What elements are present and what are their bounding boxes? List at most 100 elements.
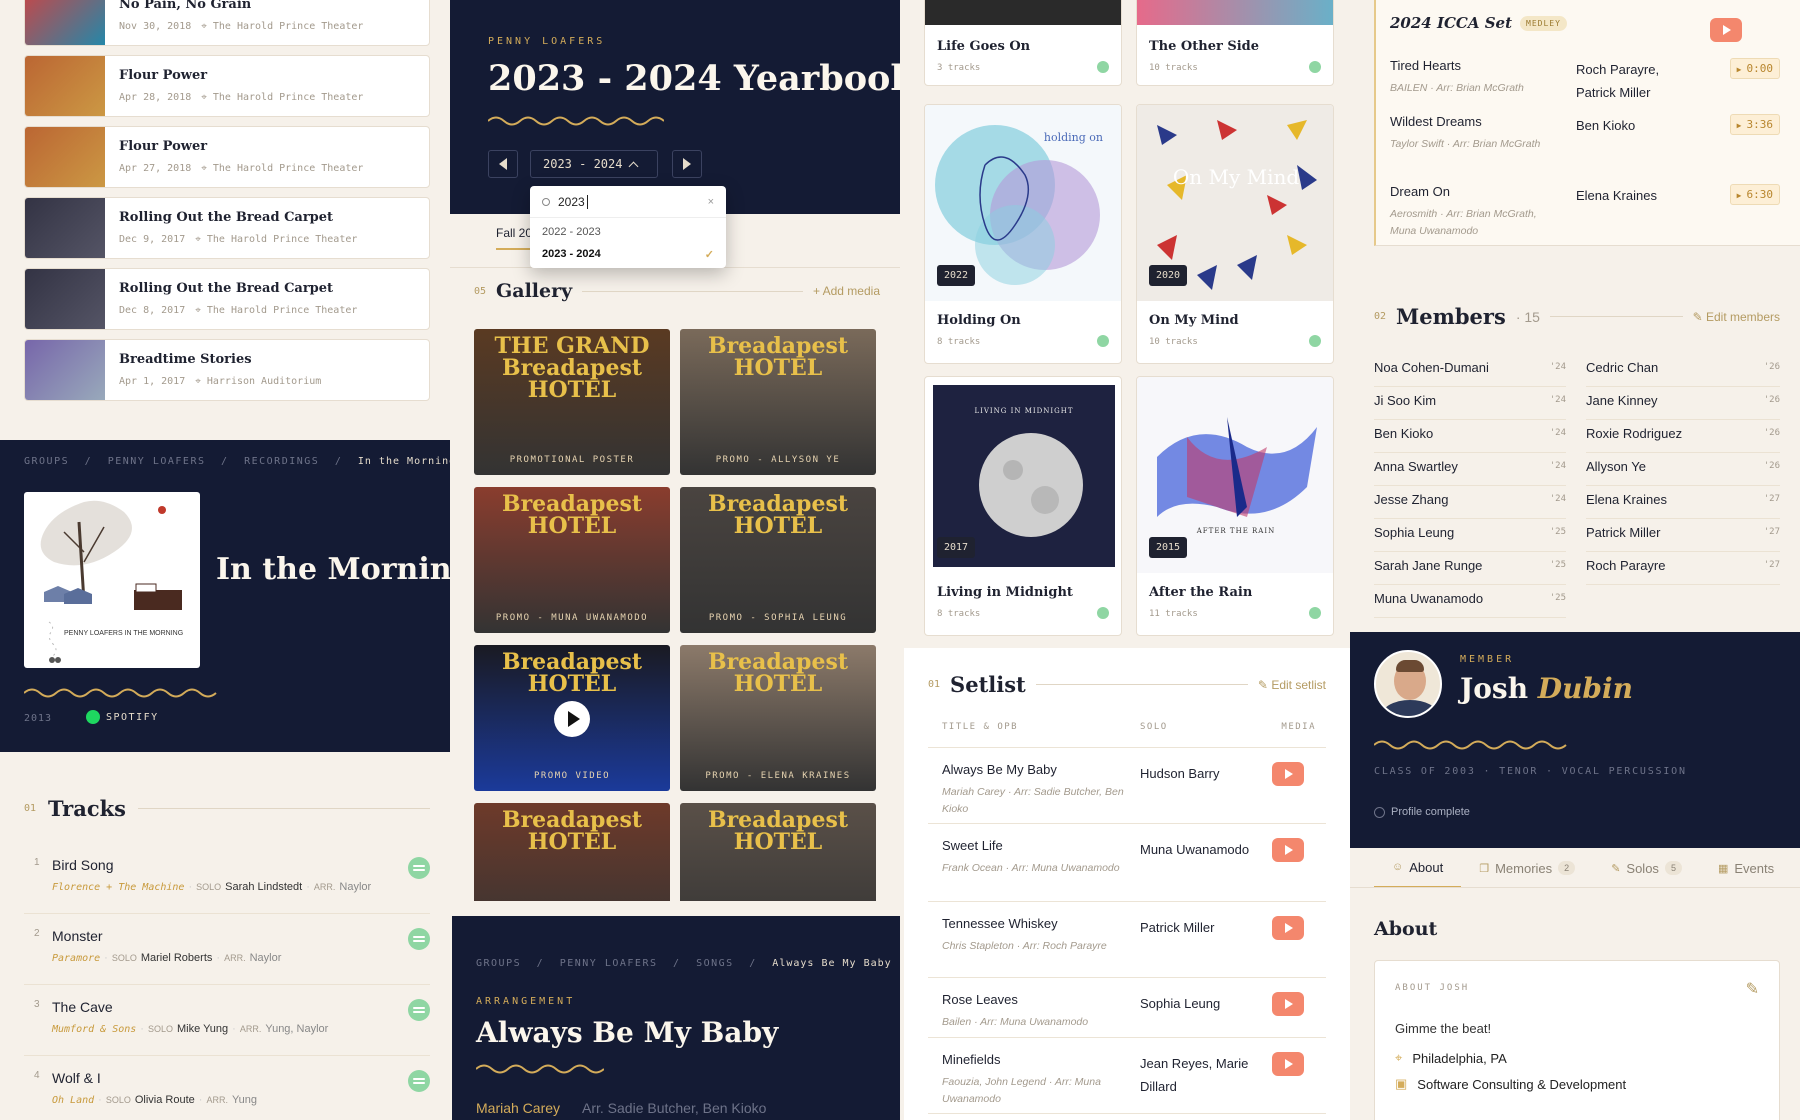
edit-members-button[interactable]: ✎ Edit members <box>1693 310 1780 324</box>
youtube-play-button[interactable] <box>1272 992 1304 1016</box>
track-row[interactable]: 2 Monster Paramore · SOLO Mariel Roberts · ARR.… <box>24 914 430 985</box>
search-input[interactable]: 2023 <box>558 194 588 209</box>
spotify-icon[interactable] <box>408 857 430 879</box>
album-card[interactable]: AFTER THE RAIN 2015 After the Rain 11 track… <box>1136 376 1334 636</box>
tab-solos[interactable]: ✎ Solos 5 <box>1593 848 1700 887</box>
performance-card[interactable]: Rolling Out the Bread Carpet Dec 9, 2017 ⌖… <box>24 197 430 259</box>
add-media-button[interactable]: + Add media <box>813 284 880 298</box>
youtube-play-button[interactable] <box>1272 1052 1304 1076</box>
setlist-row[interactable]: Rose Leaves Bailen · Arr: Muna Uwanamodo S… <box>928 978 1326 1038</box>
spotify-icon[interactable] <box>1097 61 1109 73</box>
spotify-link[interactable]: SPOTIFY <box>86 710 159 724</box>
performance-card[interactable]: No Pain, No Grain Nov 30, 2018 ⌖ The Harold… <box>24 0 430 46</box>
setlist-row[interactable]: Always Be My Baby Mariah Carey · Arr: Sad… <box>928 748 1326 824</box>
gallery-item[interactable]: Breadapest HOTEL PROMO - SOPHIA LEUNG <box>680 487 876 633</box>
col-header-media[interactable]: MEDIA <box>1281 722 1316 732</box>
track-row[interactable]: 1 Bird Song Florence + The Machine · SOLO Sar… <box>24 843 430 914</box>
member-row[interactable]: Roxie Rodriguez '26 <box>1586 420 1780 453</box>
gallery-item[interactable]: Breadapest HOTEL PROMO - ALLYSON YE <box>680 329 876 475</box>
year-option-selected[interactable]: 2023 - 2024 ✓ <box>530 246 726 263</box>
gallery-item[interactable]: Breadapest HOTEL PROMO VIDEO <box>474 645 670 791</box>
gallery-item[interactable]: Breadapest HOTELROCH PARAYRE <box>680 803 876 901</box>
performance-card[interactable]: Flour Power Apr 27, 2018 ⌖ The Harold Princ… <box>24 126 430 188</box>
member-row[interactable]: Jane Kinney '26 <box>1586 387 1780 420</box>
tab-about[interactable]: ☺ About <box>1374 848 1462 887</box>
gallery-item[interactable]: Breadapest HOTELANNA SWARTLEY <box>474 803 670 901</box>
setlist-row[interactable]: Sweet Life Frank Ocean · Arr: Muna Uwanam… <box>928 824 1326 902</box>
album-card[interactable]: On My Mind 2020 On My Mind 10 tracks <box>1136 104 1334 364</box>
set-row[interactable]: Wildest Dreams Taylor Swift · Arr: Brian … <box>1390 110 1780 180</box>
album-card[interactable]: LIVING IN MIDNIGHT 2017 Living in Midnight… <box>924 376 1122 636</box>
track-row[interactable]: 4 Wolf & I Oh Land · SOLO Olivia Route · ARR. Yu… <box>24 1056 430 1120</box>
member-row[interactable]: Noa Cohen-Dumani '24 <box>1374 354 1566 387</box>
performance-card[interactable]: Breadtime Stories Apr 1, 2017 ⌖ Harrison Au… <box>24 339 430 401</box>
gallery-item[interactable]: THE GRAND Breadapest HOTEL PROMOTIONAL PO… <box>474 329 670 475</box>
spotify-icon[interactable] <box>408 999 430 1021</box>
youtube-play-button[interactable] <box>1272 762 1304 786</box>
gallery-item[interactable]: Breadapest HOTEL PROMO - MUNA UWANAMODO <box>474 487 670 633</box>
member-row[interactable]: Ben Kioko '24 <box>1374 420 1566 453</box>
performance-venue: The Harold Prince Theater <box>212 163 364 174</box>
track-artist[interactable]: Mumford & Sons <box>52 1024 136 1035</box>
breadcrumb-songs[interactable]: SONGS <box>696 958 734 969</box>
col-header-title[interactable]: TITLE & OPB <box>942 722 1018 732</box>
album-card[interactable]: holding on 2022 Holding On 8 tracks <box>924 104 1122 364</box>
member-row[interactable]: Cedric Chan '26 <box>1586 354 1780 387</box>
track-artist[interactable]: Oh Land <box>52 1095 94 1106</box>
spotify-icon[interactable] <box>408 928 430 950</box>
member-row[interactable]: Anna Swartley '24 <box>1374 453 1566 486</box>
year-search[interactable]: 2023 × <box>530 186 726 218</box>
year-option[interactable]: 2022 - 2023 <box>530 218 726 246</box>
member-row[interactable]: Sophia Leung '25 <box>1374 519 1566 552</box>
setlist-row[interactable]: Minefields Faouzia, John Legend · Arr: Mu… <box>928 1038 1326 1114</box>
spotify-icon[interactable] <box>1309 61 1321 73</box>
set-timestamp[interactable]: ▶ 6:30 <box>1729 184 1780 205</box>
breadcrumb-group[interactable]: PENNY LOAFERS <box>560 958 658 969</box>
set-row[interactable]: Tired Hearts BAILEN · Arr: Brian McGrath R… <box>1390 54 1780 110</box>
member-row[interactable]: Ji Soo Kim '24 <box>1374 387 1566 420</box>
breadcrumb-recordings[interactable]: RECORDINGS <box>244 456 319 467</box>
album-card[interactable]: Life Goes On 3 tracks <box>924 0 1122 86</box>
tab-events[interactable]: ▦ Events <box>1700 848 1792 887</box>
spotify-icon[interactable] <box>408 1070 430 1092</box>
tab-memories[interactable]: ❐ Memories 2 <box>1461 848 1593 887</box>
next-year-button[interactable] <box>672 150 702 178</box>
set-timestamp[interactable]: ▶ 3:36 <box>1729 114 1780 135</box>
setlist-row[interactable]: Tennessee Whiskey Chris Stapleton · Arr: … <box>928 902 1326 978</box>
member-row[interactable]: Muna Uwanamodo '25 <box>1374 585 1566 618</box>
track-row[interactable]: 3 The Cave Mumford & Sons · SOLO Mike Yung · AR… <box>24 985 430 1056</box>
member-row[interactable]: Patrick Miller '27 <box>1586 519 1780 552</box>
spotify-icon[interactable] <box>1309 607 1321 619</box>
performance-card[interactable]: Flour Power Apr 28, 2018 ⌖ The Harold Princ… <box>24 55 430 117</box>
clear-icon[interactable]: × <box>708 196 714 208</box>
prev-year-button[interactable] <box>488 150 518 178</box>
youtube-play-button[interactable] <box>1272 838 1304 862</box>
performance-card[interactable]: Rolling Out the Bread Carpet Dec 8, 2017 ⌖… <box>24 268 430 330</box>
set-timestamp[interactable]: ▶ 0:00 <box>1729 58 1780 79</box>
gallery-item[interactable]: Breadapest HOTEL PROMO - ELENA KRAINES <box>680 645 876 791</box>
spotify-icon[interactable] <box>1097 335 1109 347</box>
edit-setlist-button[interactable]: ✎ Edit setlist <box>1258 678 1326 692</box>
year-select[interactable]: 2023 - 2024 <box>530 150 658 178</box>
performance-date: Apr 1, 2017 <box>119 376 186 387</box>
col-header-solo[interactable]: SOLO <box>1140 722 1168 732</box>
member-row[interactable]: Jesse Zhang '24 <box>1374 486 1566 519</box>
breadcrumb-groups[interactable]: GROUPS <box>24 456 69 467</box>
play-set-button[interactable] <box>1710 18 1742 42</box>
track-artist[interactable]: Paramore <box>52 953 100 964</box>
member-row[interactable]: Sarah Jane Runge '25 <box>1374 552 1566 585</box>
breadcrumb-groups[interactable]: GROUPS <box>476 958 521 969</box>
member-row[interactable]: Allyson Ye '26 <box>1586 453 1780 486</box>
song-artist[interactable]: Mariah Carey <box>476 1100 560 1116</box>
track-artist[interactable]: Florence + The Machine <box>52 882 184 893</box>
spotify-icon[interactable] <box>1309 335 1321 347</box>
spotify-icon[interactable] <box>1097 607 1109 619</box>
member-row[interactable]: Roch Parayre '27 <box>1586 552 1780 585</box>
youtube-play-button[interactable] <box>1272 916 1304 940</box>
breadcrumb-group[interactable]: PENNY LOAFERS <box>108 456 206 467</box>
member-row[interactable]: Elena Kraines '27 <box>1586 486 1780 519</box>
set-row[interactable]: Dream On Aerosmith · Arr: Brian McGrath, … <box>1390 180 1780 250</box>
album-card[interactable]: The Other Side 10 tracks <box>1136 0 1334 86</box>
edit-about-icon[interactable]: ✎ <box>1746 979 1759 999</box>
track-soloist: Mike Yung <box>176 1023 229 1035</box>
